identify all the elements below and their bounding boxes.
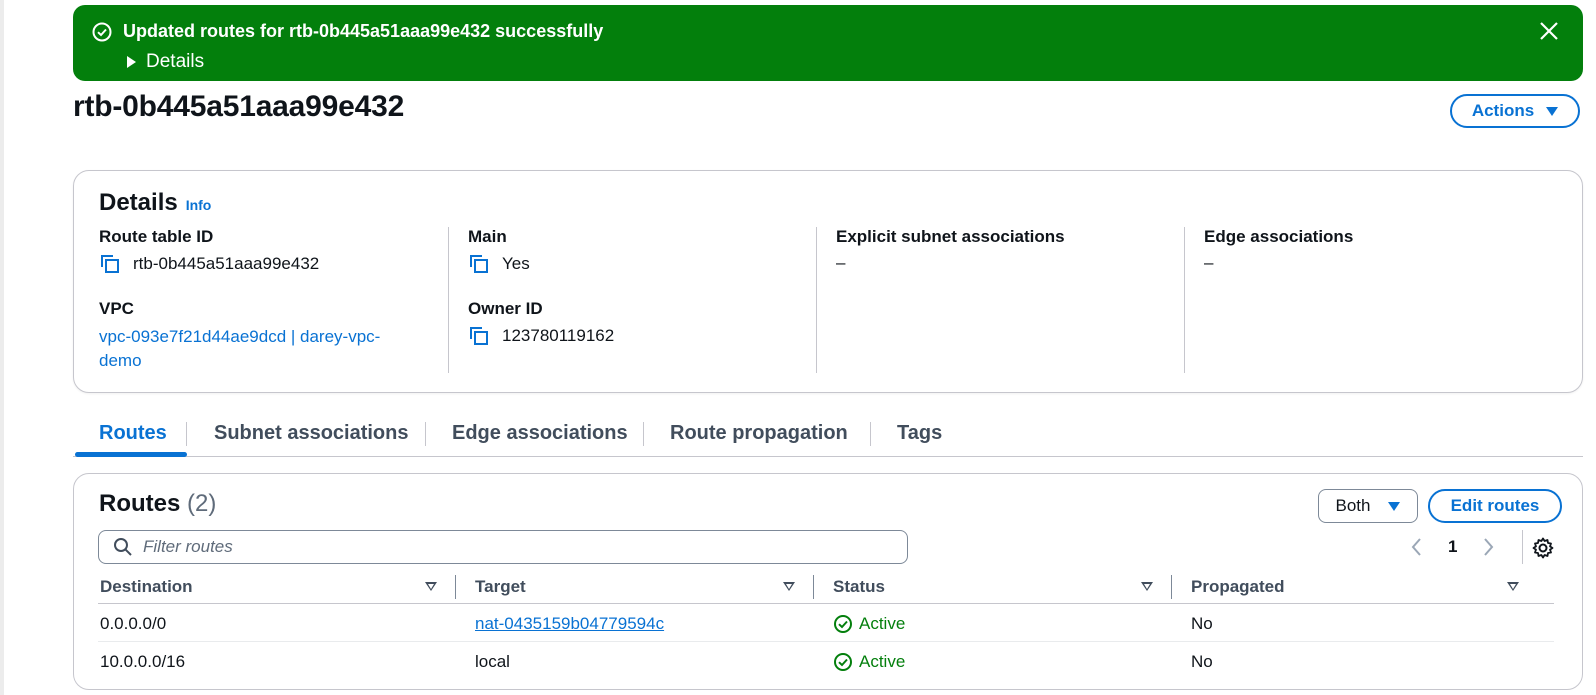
status-text: Active <box>859 614 906 633</box>
caret-down-icon <box>1388 501 1401 511</box>
tab-separator <box>186 422 187 446</box>
column-divider <box>816 227 817 373</box>
propagated-cell: No <box>1191 652 1213 671</box>
caret-down-icon <box>1546 106 1559 116</box>
main-value: Yes <box>502 254 530 273</box>
details-col-2: Main Yes Owner ID 123780119162 <box>468 227 808 373</box>
tab-routes[interactable]: Routes <box>99 422 167 445</box>
column-header-destination[interactable]: Destination <box>100 577 193 597</box>
check-circle-icon <box>834 653 852 671</box>
chevron-right-icon[interactable] <box>1479 536 1497 558</box>
active-tab-indicator <box>75 452 187 457</box>
search-icon <box>114 538 132 556</box>
vpc-link[interactable]: vpc-093e7f21d44ae9dcd | darey-vpc- demo <box>99 325 439 373</box>
target-cell: local <box>475 652 510 671</box>
flash-details-label: Details <box>146 51 205 72</box>
explicit-subnet-label: Explicit subnet associations <box>836 227 1065 246</box>
flash-details-toggle[interactable]: Details <box>127 51 204 73</box>
tab-separator <box>425 422 426 446</box>
tab-edge-associations[interactable]: Edge associations <box>452 422 628 445</box>
pager-divider <box>1522 530 1523 564</box>
main-label: Main <box>468 227 507 246</box>
success-flash-banner: Updated routes for rtb-0b445a51aaa99e432… <box>73 5 1583 81</box>
edit-routes-button[interactable]: Edit routes <box>1428 489 1562 523</box>
explicit-subnet-value: – <box>836 253 846 272</box>
vpc-link-line2: demo <box>99 351 142 370</box>
pagination: 1 <box>1408 532 1497 562</box>
destination-cell: 0.0.0.0/0 <box>100 614 167 633</box>
sort-icon[interactable] <box>1507 582 1519 591</box>
copy-icon[interactable] <box>468 325 490 347</box>
left-rule <box>0 0 4 695</box>
column-header-propagated[interactable]: Propagated <box>1191 577 1285 597</box>
details-col-1: Route table ID rtb-0b445a51aaa99e432 VPC… <box>99 227 439 373</box>
copy-icon[interactable] <box>468 253 490 275</box>
table-row: 0.0.0.0/0 nat-0435159b04779594c Active N… <box>98 604 1554 642</box>
gear-icon[interactable] <box>1531 536 1555 560</box>
details-heading-text: Details <box>99 189 178 216</box>
chevron-left-icon[interactable] <box>1408 536 1426 558</box>
edge-associations-label: Edge associations <box>1204 227 1354 246</box>
details-heading: Details Info <box>99 189 211 217</box>
column-header-status[interactable]: Status <box>833 577 885 597</box>
caret-right-icon <box>127 56 136 68</box>
route-filter-select-value: Both <box>1335 496 1371 515</box>
routes-heading: Routes (2) <box>99 490 216 518</box>
table-row: 10.0.0.0/16 local Active No <box>98 642 1554 680</box>
target-link[interactable]: nat-0435159b04779594c <box>475 614 664 634</box>
sort-icon[interactable] <box>783 582 795 591</box>
vpc-link-line1: vpc-093e7f21d44ae9dcd | darey-vpc- <box>99 327 381 346</box>
destination-cell: 10.0.0.0/16 <box>100 652 186 671</box>
sort-icon[interactable] <box>1141 582 1153 591</box>
route-table-id-value: rtb-0b445a51aaa99e432 <box>133 254 320 273</box>
tab-separator <box>870 422 871 446</box>
copy-icon[interactable] <box>99 253 121 275</box>
vpc-label: VPC <box>99 299 134 318</box>
status-cell: Active <box>833 652 905 672</box>
filter-routes-field[interactable] <box>98 530 908 564</box>
column-divider <box>448 227 449 373</box>
flash-message: Updated routes for rtb-0b445a51aaa99e432… <box>123 21 604 41</box>
route-filter-select[interactable]: Both <box>1318 489 1418 523</box>
tab-bar: Routes Subnet associations Edge associat… <box>73 412 1583 457</box>
routes-table-header: Destination Target Status Propagated <box>98 573 1554 604</box>
tab-route-propagation[interactable]: Route propagation <box>670 422 848 445</box>
info-link[interactable]: Info <box>186 197 212 213</box>
tab-tags[interactable]: Tags <box>897 422 942 445</box>
tab-subnet-associations[interactable]: Subnet associations <box>214 422 409 445</box>
column-divider <box>1184 227 1185 373</box>
check-circle-icon <box>834 615 852 633</box>
details-col-4: Edge associations – <box>1204 227 1544 373</box>
check-circle-icon <box>92 22 112 42</box>
routes-heading-text: Routes <box>99 490 181 517</box>
page-title: rtb-0b445a51aaa99e432 <box>73 90 405 123</box>
column-header-target[interactable]: Target <box>475 577 526 597</box>
tab-separator <box>643 422 644 446</box>
actions-button[interactable]: Actions <box>1450 94 1580 128</box>
close-icon[interactable] <box>1537 19 1561 43</box>
details-col-3: Explicit subnet associations – <box>836 227 1176 373</box>
sort-icon[interactable] <box>425 582 437 591</box>
column-resizer[interactable] <box>813 575 814 599</box>
owner-id-value: 123780119162 <box>502 326 615 345</box>
actions-button-label: Actions <box>1471 101 1535 120</box>
column-resizer[interactable] <box>1171 575 1172 599</box>
page-number[interactable]: 1 <box>1448 537 1457 557</box>
owner-id-label: Owner ID <box>468 299 543 318</box>
filter-routes-input[interactable] <box>143 537 843 557</box>
propagated-cell: No <box>1191 614 1213 633</box>
status-cell: Active <box>833 614 905 634</box>
details-container: Details Info Route table ID rtb-0b445a51a… <box>73 170 1583 393</box>
routes-count: (2) <box>187 490 217 517</box>
edge-associations-value: – <box>1204 253 1214 272</box>
status-text: Active <box>859 652 906 671</box>
column-resizer[interactable] <box>455 575 456 599</box>
route-table-id-label: Route table ID <box>99 227 214 246</box>
